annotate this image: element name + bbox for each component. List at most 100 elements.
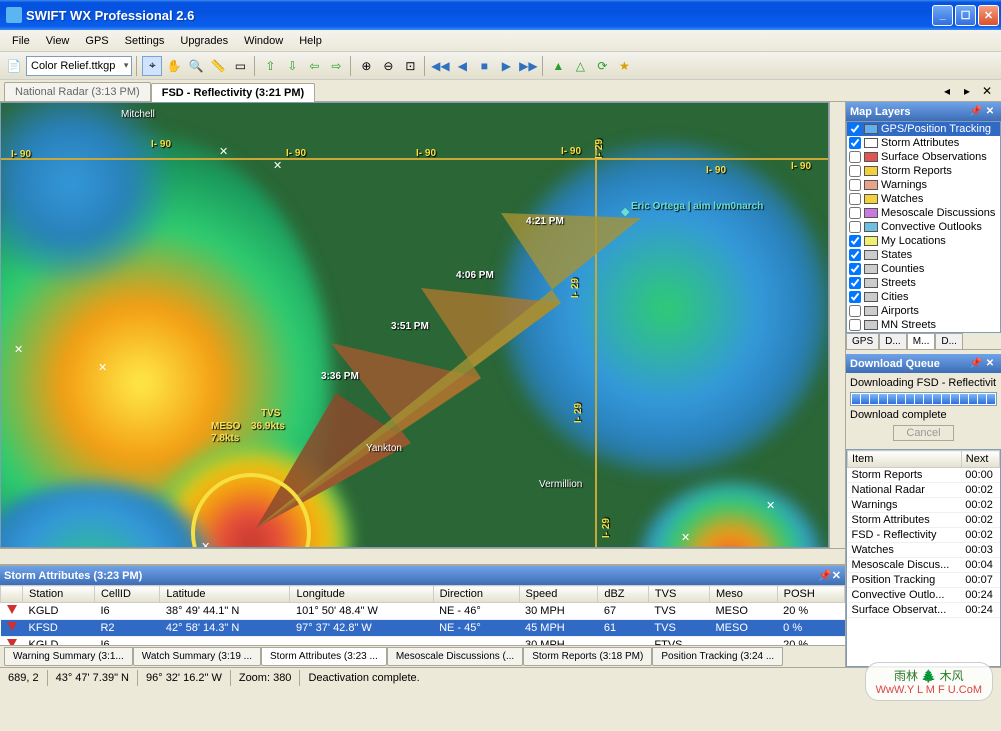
zoom-in-icon[interactable]: ⊕ [356,56,376,76]
zoom-fit-icon[interactable]: ⊡ [400,56,420,76]
layer-checkbox[interactable] [849,137,861,149]
layer-item[interactable]: Watches [847,192,1000,206]
measure-icon[interactable]: 📏 [208,56,228,76]
layer-checkbox[interactable] [849,305,861,317]
layer-checkbox[interactable] [849,263,861,275]
color-scheme-combo[interactable]: Color Relief.ttkgp [26,56,132,76]
nav-left-icon[interactable]: ⇦ [304,56,324,76]
layer-item[interactable]: Convective Outlooks [847,220,1000,234]
pin-icon[interactable]: 📌 [818,569,832,582]
prev-frame-icon[interactable]: ◀◀ [430,56,450,76]
layer-subtab[interactable]: GPS [846,333,879,349]
panel-close-icon[interactable]: ✕ [983,105,997,119]
maximize-button[interactable]: ☐ [955,5,976,26]
layer-item[interactable]: Airports [847,304,1000,318]
layer-checkbox[interactable] [849,221,861,233]
layer-item[interactable]: Storm Attributes [847,136,1000,150]
queue-row[interactable]: Convective Outlo...00:24 [848,588,1000,603]
layer-item[interactable]: Storm Reports [847,164,1000,178]
layer-checkbox[interactable] [849,123,861,135]
layer-list[interactable]: GPS/Position TrackingStorm AttributesSur… [846,121,1001,333]
layer-item[interactable]: Mesoscale Discussions [847,206,1000,220]
stop-icon[interactable]: ■ [474,56,494,76]
pan-icon[interactable]: ✋ [164,56,184,76]
view-icon[interactable]: ▭ [230,56,250,76]
layer-checkbox[interactable] [849,277,861,289]
menu-upgrades[interactable]: Upgrades [172,33,236,49]
nav-right-icon[interactable]: ⇨ [326,56,346,76]
layer-checkbox[interactable] [849,179,861,191]
cancel-button[interactable]: Cancel [893,425,953,441]
minimize-button[interactable]: _ [932,5,953,26]
menu-gps[interactable]: GPS [77,33,116,49]
panel-close-icon[interactable]: ✕ [832,569,841,582]
queue-row[interactable]: Storm Attributes00:02 [848,513,1000,528]
bottom-tab[interactable]: Storm Attributes (3:23 ... [261,647,387,666]
tab-close-icon[interactable]: ✕ [977,81,997,101]
panel-close-icon[interactable]: ✕ [983,357,997,371]
queue-row[interactable]: National Radar00:02 [848,483,1000,498]
radar-tab[interactable]: FSD - Reflectivity (3:21 PM) [151,83,315,102]
queue-row[interactable]: FSD - Reflectivity00:02 [848,528,1000,543]
queue-row[interactable]: Watches00:03 [848,543,1000,558]
layer-checkbox[interactable] [849,207,861,219]
play-icon[interactable]: ▶ [496,56,516,76]
layer-checkbox[interactable] [849,193,861,205]
table-row[interactable]: KGLDI630 MPHFTVS20 % [1,637,845,646]
layer-item[interactable]: GPS/Position Tracking [847,122,1000,136]
table-row[interactable]: KGLDI638° 49' 44.1" N101° 50' 48.4" WNE … [1,603,845,620]
layer-checkbox[interactable] [849,151,861,163]
table-row[interactable]: KFSDR242° 58' 14.3" N97° 37' 42.8" WNE -… [1,620,845,637]
bottom-tab[interactable]: Storm Reports (3:18 PM) [523,647,652,666]
layer-item[interactable]: Surface Observations [847,150,1000,164]
layer-item[interactable]: States [847,248,1000,262]
tab-next-icon[interactable]: ▸ [957,81,977,101]
nav-down-icon[interactable]: ⇩ [282,56,302,76]
radar-tab[interactable]: National Radar (3:13 PM) [4,82,151,101]
layer-checkbox[interactable] [849,319,861,331]
layer-subtab[interactable]: D... [879,333,907,349]
queue-row[interactable]: Storm Reports00:00 [848,468,1000,483]
fav-icon[interactable]: ★ [614,56,634,76]
layer-checkbox[interactable] [849,165,861,177]
download-queue-table[interactable]: ItemNextStorm Reports00:00National Radar… [846,449,1001,667]
bottom-tab[interactable]: Warning Summary (3:1... [4,647,133,666]
nav-up-icon[interactable]: ⇧ [260,56,280,76]
layer-checkbox[interactable] [849,291,861,303]
layer-checkbox[interactable] [849,249,861,261]
layer-item[interactable]: Streets [847,276,1000,290]
menu-help[interactable]: Help [291,33,330,49]
queue-row[interactable]: Surface Observat...00:24 [848,603,1000,618]
map-hscroll[interactable] [0,548,845,564]
play-back-icon[interactable]: ◀ [452,56,472,76]
map-vscroll[interactable] [829,102,845,548]
menu-settings[interactable]: Settings [117,33,173,49]
pointer-icon[interactable]: ⌖ [142,56,162,76]
layer-checkbox[interactable] [849,235,861,247]
zoom-out-icon[interactable]: ⊖ [378,56,398,76]
layer-item[interactable]: Cities [847,290,1000,304]
next-frame-icon[interactable]: ▶▶ [518,56,538,76]
refresh-icon[interactable]: ⟳ [592,56,612,76]
pin-icon[interactable]: 📌 [969,105,983,119]
warn-up-icon[interactable]: ▲ [548,56,568,76]
queue-row[interactable]: Warnings00:02 [848,498,1000,513]
pin-icon[interactable]: 📌 [969,357,983,371]
layer-item[interactable]: MN Streets [847,318,1000,332]
layer-item[interactable]: My Locations [847,234,1000,248]
layer-subtab[interactable]: M... [907,333,936,349]
close-button[interactable]: ✕ [978,5,999,26]
menu-file[interactable]: File [4,33,38,49]
queue-row[interactable]: Position Tracking00:07 [848,573,1000,588]
layer-item[interactable]: Counties [847,262,1000,276]
new-icon[interactable]: 📄 [4,56,24,76]
bottom-tab[interactable]: Watch Summary (3:19 ... [133,647,261,666]
menu-window[interactable]: Window [236,33,291,49]
layer-item[interactable]: Warnings [847,178,1000,192]
warn-down-icon[interactable]: △ [570,56,590,76]
tab-prev-icon[interactable]: ◂ [937,81,957,101]
layer-subtab[interactable]: D... [935,333,963,349]
radar-map[interactable]: I- 90 I- 90 I- 90 I- 90 I- 90 I- 90 I- 9… [0,102,829,548]
queue-row[interactable]: Mesoscale Discus...00:04 [848,558,1000,573]
bottom-tab[interactable]: Mesoscale Discussions (... [387,647,523,666]
